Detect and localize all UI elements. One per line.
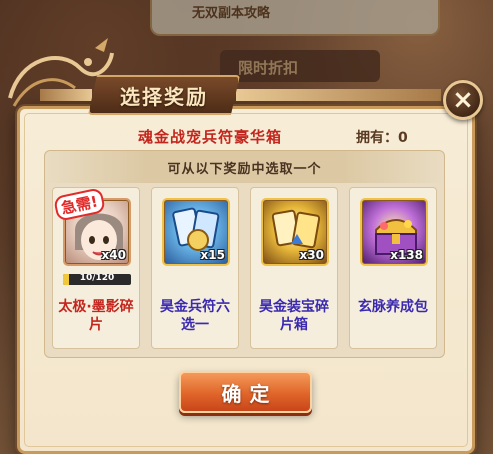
reward-name: 太极·墨影碎片: [58, 299, 134, 333]
dialog-title-banner: 选择奖励: [88, 75, 240, 115]
reward-option-3[interactable]: x138 玄脉养成包: [349, 187, 437, 349]
dialog-title: 选择奖励: [120, 84, 208, 109]
fragment-progress-bar: 10/120: [63, 274, 131, 285]
choose-one-text: 可从以下奖励中选取一个: [167, 161, 322, 177]
chest-item-name: 魂金战宠兵符豪华箱: [138, 128, 283, 146]
title-wing-left: [40, 89, 92, 101]
choose-one-bar: 可从以下奖励中选取一个: [45, 151, 444, 183]
fragment-progress-text: 10/120: [79, 274, 115, 283]
reward-count: x30: [299, 248, 324, 262]
reward-count: x138: [390, 248, 423, 262]
close-icon: ×: [452, 85, 474, 115]
reward-option-0[interactable]: 急需! x40 10/120 太极·墨影碎片: [52, 187, 140, 349]
treasure-card-icon: x30: [261, 198, 329, 266]
confirm-button[interactable]: 确定: [179, 371, 312, 413]
reward-count: x15: [200, 248, 225, 262]
reward-name: 玄脉养成包: [358, 299, 428, 315]
treasure-chest-icon: x138: [360, 198, 428, 266]
confirm-button-label: 确定: [221, 381, 278, 406]
reward-name: 昊金装宝碎片箱: [259, 299, 329, 333]
close-button[interactable]: ×: [443, 80, 483, 120]
reward-option-2[interactable]: x30 昊金装宝碎片箱: [250, 187, 338, 349]
reward-option-1[interactable]: x15 昊金兵符六选一: [151, 187, 239, 349]
title-wing-right: [236, 89, 441, 101]
reward-count: x40: [101, 248, 126, 262]
reward-name: 昊金兵符六选一: [160, 299, 230, 333]
weapon-talisman-card-icon: x15: [162, 198, 230, 266]
owned-count: 拥有：0: [356, 130, 408, 146]
reward-options-box: 可从以下奖励中选取一个 急需! x40 10/120 太极·墨影碎片 x15 昊…: [44, 150, 445, 358]
